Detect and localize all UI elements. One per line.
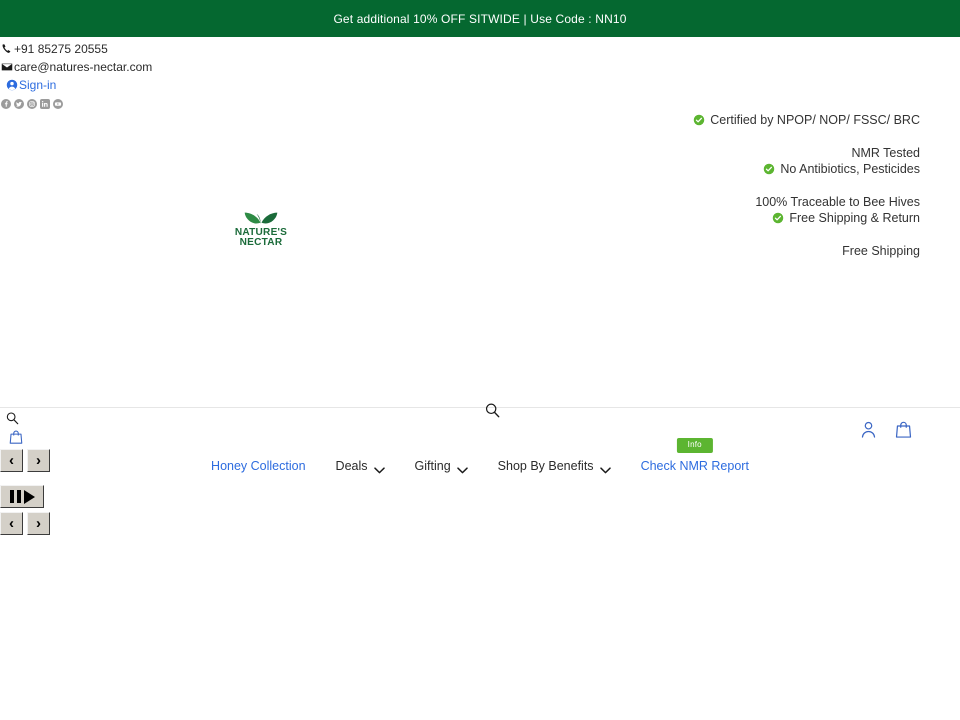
chevron-down-icon (373, 463, 385, 473)
youtube-icon[interactable] (53, 99, 63, 109)
usp-spacer (490, 177, 920, 194)
nav-label: Deals (335, 459, 368, 473)
carousel-next-button-bottom[interactable]: › (27, 512, 50, 535)
nav-item-deals[interactable]: Deals (334, 457, 387, 475)
shopping-bag-icon[interactable] (9, 429, 23, 445)
nav-item-shop-by-benefits[interactable]: Shop By Benefits (496, 457, 613, 475)
instagram-icon[interactable] (27, 99, 37, 109)
svg-text:NATURE'S: NATURE'S (235, 227, 287, 238)
header-divider (0, 407, 960, 408)
usp-text: No Antibiotics, Pesticides (780, 162, 920, 176)
carousel-pause-play-button[interactable] (0, 485, 44, 508)
carousel-prev-button-bottom[interactable]: ‹ (0, 512, 23, 535)
header-account-cart (860, 420, 912, 439)
email-address: care@natures-nectar.com (14, 60, 153, 74)
carousel-playback-controls (0, 485, 960, 508)
user-circle-icon (5, 79, 18, 92)
usp-line: Free Shipping & Return (490, 210, 920, 226)
fallback-cart-row (0, 429, 960, 445)
usp-certification-list: Certified by NPOP/ NOP/ FSSC/ BRC NMR Te… (490, 112, 920, 259)
sign-in-label: Sign-in (19, 78, 57, 92)
nav-label: Honey Collection (211, 459, 306, 473)
usp-line: NMR Tested (490, 145, 920, 161)
nav-label: Shop By Benefits (497, 459, 594, 473)
play-icon (23, 489, 35, 504)
green-check-icon (693, 114, 705, 126)
shopping-bag-icon[interactable] (895, 420, 912, 439)
sign-in-link[interactable]: Sign-in (0, 76, 960, 94)
promo-banner: Get additional 10% OFF SITWIDE | Use Cod… (0, 0, 960, 37)
info-badge: Info (676, 438, 713, 453)
account-person-icon[interactable] (860, 420, 877, 439)
nav-item-check-nmr-report[interactable]: Info Check NMR Report (639, 438, 751, 475)
usp-line: 100% Traceable to Bee Hives (490, 194, 920, 210)
nav-item-honey-collection[interactable]: Honey Collection (209, 457, 308, 475)
nav-label: Gifting (414, 459, 451, 473)
phone-number: +91 85275 20555 (14, 42, 108, 56)
usp-text: NMR Tested (851, 146, 920, 160)
usp-spacer (490, 128, 920, 145)
usp-text: Free Shipping & Return (789, 211, 920, 225)
svg-text:NECTAR: NECTAR (240, 237, 283, 248)
usp-line: No Antibiotics, Pesticides (490, 161, 920, 177)
usp-text: Free Shipping (842, 244, 920, 258)
chevron-down-icon (599, 463, 611, 473)
carousel-controls-bottom: ‹ › (0, 512, 960, 535)
linkedin-icon[interactable] (40, 99, 50, 109)
usp-line: Certified by NPOP/ NOP/ FSSC/ BRC (490, 112, 920, 128)
fallback-search-row (0, 411, 960, 426)
envelope-icon (0, 61, 13, 74)
main-navigation: Honey Collection Deals Gifting Shop By B… (0, 438, 960, 475)
social-links (0, 96, 960, 112)
phone-row[interactable]: +91 85275 20555 (0, 40, 960, 58)
facebook-icon[interactable] (1, 99, 11, 109)
email-row[interactable]: care@natures-nectar.com (0, 58, 960, 76)
usp-text: Certified by NPOP/ NOP/ FSSC/ BRC (710, 113, 920, 127)
chevron-left-icon: ‹ (9, 515, 14, 532)
chevron-down-icon (456, 463, 468, 473)
green-check-icon (772, 212, 784, 224)
phone-icon (0, 43, 13, 56)
nav-item-gifting[interactable]: Gifting (413, 457, 470, 475)
search-icon[interactable] (484, 402, 501, 419)
site-logo[interactable]: NATURE'S NECTAR (225, 204, 297, 250)
search-icon[interactable] (5, 411, 20, 426)
nav-label: Check NMR Report (640, 459, 749, 473)
usp-text: 100% Traceable to Bee Hives (755, 195, 920, 209)
promo-banner-text: Get additional 10% OFF SITWIDE | Use Cod… (333, 11, 627, 26)
header-main: Certified by NPOP/ NOP/ FSSC/ BRC NMR Te… (0, 112, 960, 473)
contact-strip: +91 85275 20555 care@natures-nectar.com … (0, 37, 960, 112)
pause-icon (9, 490, 21, 503)
twitter-icon[interactable] (14, 99, 24, 109)
usp-line: Free Shipping (490, 243, 920, 259)
chevron-right-icon: › (36, 515, 41, 532)
usp-spacer (490, 226, 920, 243)
green-check-icon (763, 163, 775, 175)
